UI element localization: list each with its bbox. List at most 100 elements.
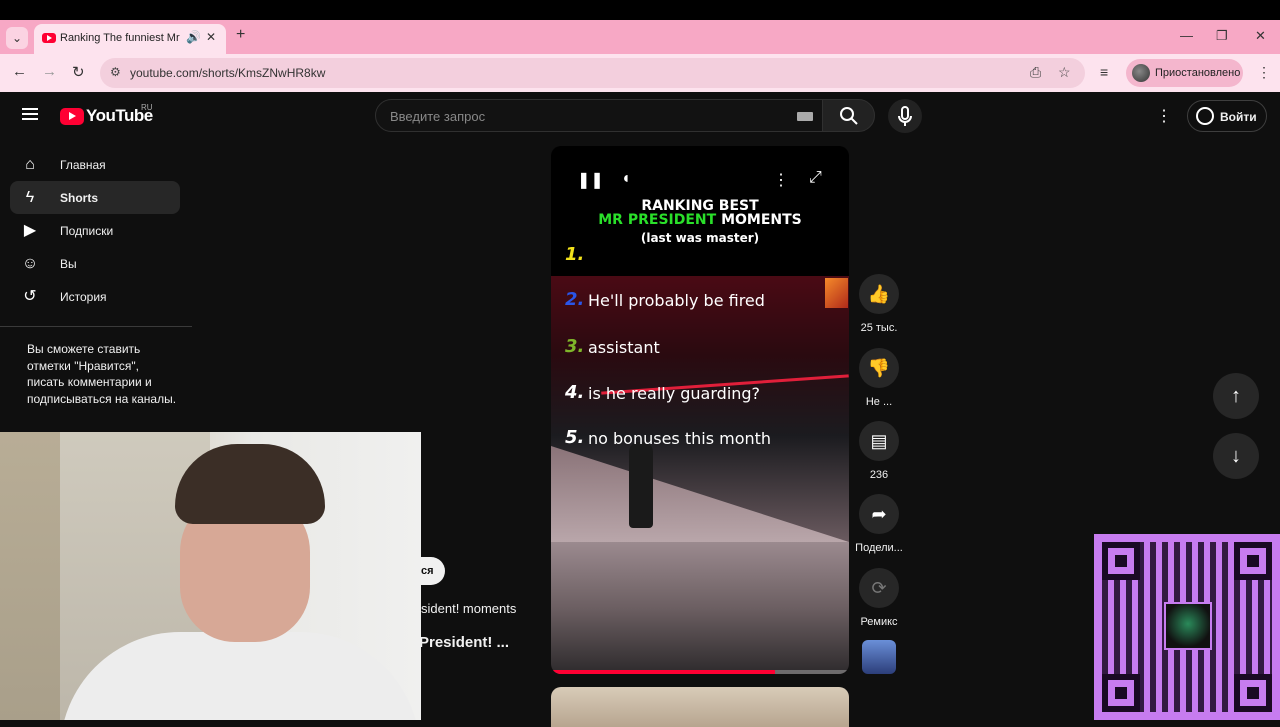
sidebar-item-label: Подписки	[60, 224, 114, 238]
rank-number-4: 4.	[565, 382, 585, 403]
browser-toolbar: ← → ↻ ⚙ youtube.com/shorts/KmsZNwHR8kw ⎙…	[0, 54, 1280, 92]
shorts-player[interactable]: ❚❚ ◖ ⋮ ⤢ RANKING BEST MR PRESIDENT MOMEN…	[551, 146, 849, 674]
profile-avatar	[1132, 64, 1150, 82]
site-info-icon[interactable]: ⚙	[110, 65, 121, 79]
youtube-logo-icon[interactable]	[60, 108, 84, 125]
sidebar-item-label: Главная	[60, 158, 106, 172]
next-short-preview[interactable]	[551, 687, 849, 727]
search-icon	[839, 107, 858, 125]
remix-label: Ремикс	[860, 616, 898, 628]
sidebar-item-you[interactable]: ☺ Вы	[10, 247, 180, 280]
dislike-button[interactable]: 👎 Не ...	[848, 348, 910, 408]
guide-sidebar: ⌂ Главная ϟ Shorts ▶ Подписки ☺ Вы ↺ Ист…	[0, 148, 192, 313]
voice-search-button[interactable]	[888, 99, 922, 133]
tab-search-button[interactable]: ⌄	[6, 27, 28, 49]
qr-code-overlay	[1094, 534, 1280, 720]
share-button[interactable]: ➦ Подели...	[848, 494, 910, 554]
rank-number-1: 1.	[565, 244, 585, 265]
like-button[interactable]: 👍 25 тыс.	[848, 274, 910, 334]
sidebar-item-label: Shorts	[60, 191, 99, 205]
search-input[interactable]: Введите запрос	[375, 99, 823, 132]
sidebar-item-label: Вы	[60, 257, 77, 271]
bookmark-star-icon[interactable]: ☆	[1058, 64, 1071, 81]
comment-count: 236	[869, 469, 889, 481]
progress-bar[interactable]	[551, 670, 849, 674]
qr-finder-bottom-left	[1102, 674, 1140, 712]
profile-status-label: Приостановлено	[1155, 67, 1241, 79]
thumbnail-peek	[825, 278, 848, 308]
share-icon: ➦	[859, 494, 899, 534]
webcam-overlay	[0, 432, 421, 720]
remix-icon: ⟳	[859, 568, 899, 608]
remix-button[interactable]: ⟳ Ремикс	[848, 568, 910, 628]
sidebar-item-label: История	[60, 290, 107, 304]
like-count: 25 тыс.	[860, 322, 898, 334]
qr-finder-top-right	[1234, 542, 1272, 580]
browser-tab-active[interactable]: Ranking The funniest Mr.Pr 🔊 ✕	[34, 24, 226, 54]
tab-title: Ranking The funniest Mr.Pr	[60, 32, 180, 44]
short-title-bold-fragment: President! ...	[419, 634, 510, 651]
video-blurred-lower	[551, 542, 849, 674]
back-button[interactable]: ←	[12, 63, 27, 80]
rank-number-2: 2.	[565, 289, 585, 310]
sign-in-prompt: Вы сможете ставить отметки "Нравится", п…	[27, 342, 177, 406]
browser-menu-icon[interactable]: ⋮	[1257, 64, 1271, 81]
restore-button[interactable]: ❐	[1216, 28, 1228, 44]
comment-icon: ▤	[859, 421, 899, 461]
new-tab-button[interactable]: +	[236, 26, 245, 44]
rank-text-3: assistant	[588, 338, 660, 357]
rank-text-2: He'll probably be fired	[588, 291, 765, 310]
sign-in-button[interactable]: Войти	[1187, 100, 1267, 132]
dislike-label: Не ...	[865, 396, 893, 408]
video-person-silhouette	[629, 442, 653, 528]
audio-playing-icon[interactable]: 🔊	[186, 30, 201, 44]
sign-in-label: Войти	[1220, 110, 1257, 124]
guide-menu-icon[interactable]	[22, 108, 38, 120]
rank-number-3: 3.	[565, 336, 585, 357]
title-green-text: MR PRESIDENT	[598, 212, 717, 228]
url-text: youtube.com/shorts/KmsZNwHR8kw	[130, 66, 326, 80]
search-button[interactable]	[822, 99, 875, 132]
microphone-icon	[898, 106, 912, 126]
youtube-favicon-icon	[42, 33, 56, 43]
account-icon	[1196, 107, 1214, 125]
qr-finder-top-left	[1102, 542, 1140, 580]
region-code: RU	[141, 103, 153, 112]
share-label: Подели...	[855, 542, 903, 554]
next-short-button[interactable]: ↓	[1213, 433, 1259, 479]
player-menu-icon[interactable]: ⋮	[773, 170, 789, 190]
progress-bar-fill	[551, 670, 775, 674]
profile-chip[interactable]: Приостановлено	[1126, 59, 1243, 87]
screen-top-edge	[0, 0, 1280, 20]
sidebar-item-shorts[interactable]: ϟ Shorts	[10, 181, 180, 214]
rank-number-5: 5.	[565, 427, 585, 448]
tab-close-icon[interactable]: ✕	[206, 30, 216, 44]
previous-short-button[interactable]: ↑	[1213, 373, 1259, 419]
volume-icon[interactable]: ◖	[621, 170, 631, 188]
subscribe-button-fragment[interactable]: ся	[421, 557, 445, 585]
install-app-icon[interactable]: ⎙	[1030, 64, 1041, 81]
media-controls-icon[interactable]: ≡	[1100, 64, 1108, 80]
fullscreen-icon[interactable]: ⤢	[809, 169, 822, 187]
channel-avatar[interactable]	[862, 640, 896, 674]
sidebar-divider	[0, 326, 192, 327]
reload-button[interactable]: ↻	[72, 63, 85, 81]
minimize-button[interactable]: —	[1180, 28, 1193, 43]
rank-text-5: no bonuses this month	[588, 429, 772, 448]
settings-menu-icon[interactable]: ⋮	[1156, 106, 1172, 126]
video-title-line-2: MR PRESIDENT MOMENTS	[551, 212, 849, 228]
comments-button[interactable]: ▤ 236	[848, 421, 910, 481]
home-icon: ⌂	[25, 156, 35, 173]
address-bar[interactable]: ⚙ youtube.com/shorts/KmsZNwHR8kw ⎙ ☆	[100, 58, 1085, 88]
pause-icon[interactable]: ❚❚	[577, 170, 604, 190]
sidebar-item-home[interactable]: ⌂ Главная	[10, 148, 180, 181]
window-close-button[interactable]: ✕	[1255, 28, 1266, 44]
title-white-text: MOMENTS	[721, 212, 802, 228]
sidebar-item-history[interactable]: ↺ История	[10, 280, 180, 313]
sidebar-item-subscriptions[interactable]: ▶ Подписки	[10, 214, 180, 247]
you-icon: ☺	[21, 255, 39, 272]
browser-tab-strip: ⌄ Ranking The funniest Mr.Pr 🔊 ✕ + — ❐ ✕	[0, 20, 1280, 54]
keyboard-icon[interactable]	[797, 112, 813, 121]
forward-button[interactable]: →	[42, 63, 57, 80]
subscriptions-icon: ▶	[23, 222, 37, 239]
